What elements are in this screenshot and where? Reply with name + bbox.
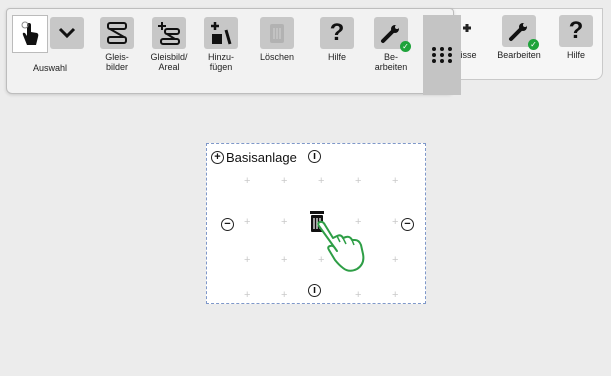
track-diagrams-button[interactable]: Gleis- bilder	[91, 17, 143, 72]
grid-mark: +	[355, 175, 362, 187]
add-circle-icon[interactable]: +	[211, 151, 224, 164]
main-toolbar: Auswahl Gleis- bilder Gleisbild/ Areal H…	[6, 8, 461, 95]
help-label-background: Hilfe	[566, 50, 585, 60]
track-area-label: Gleisbild/ Areal	[150, 52, 188, 72]
question-icon: ?	[559, 15, 593, 47]
add-label: Hinzu- fügen	[207, 52, 234, 72]
track-diagrams-label: Gleis- bilder	[105, 52, 129, 72]
canvas-title: + Basisanlage	[211, 150, 297, 165]
grid-mark: +	[244, 254, 251, 266]
wrench-icon: ✓	[374, 17, 411, 52]
grid-mark: +	[281, 175, 288, 187]
track-diagram-icon	[100, 17, 134, 49]
grid-mark: +	[392, 216, 399, 228]
drag-grip-icon[interactable]	[423, 15, 461, 95]
grid-mark: +	[281, 216, 288, 228]
grid-mark: +	[244, 216, 251, 228]
bearbeiten-label-background: Bearbeiten	[497, 50, 541, 60]
grid-mark: +	[318, 175, 325, 187]
check-badge-icon: ✓	[400, 41, 411, 52]
selection-label: Auswahl	[32, 63, 68, 73]
grid-mark: +	[244, 175, 251, 187]
add-icon	[204, 17, 238, 49]
edit-button[interactable]: ✓ Be- arbeiten	[365, 17, 417, 72]
collapse-right-icon[interactable]: −	[401, 218, 414, 231]
bearbeiten-button-background[interactable]: ✓ Bearbeiten	[494, 15, 544, 60]
grid-mark: +	[392, 175, 399, 187]
expand-top-icon[interactable]: ı	[308, 150, 321, 163]
selection-tool[interactable]: Auswahl	[12, 15, 90, 73]
grid-mark: +	[392, 289, 399, 301]
edit-label: Be- arbeiten	[374, 52, 408, 72]
question-icon: ?	[320, 17, 354, 49]
track-area-icon	[152, 17, 186, 49]
chevron-down-icon[interactable]	[50, 17, 84, 49]
expand-bottom-icon[interactable]: ı	[308, 284, 321, 297]
canvas-title-text: Basisanlage	[226, 150, 297, 165]
trash-icon	[260, 17, 294, 49]
wrench-icon: ✓	[502, 15, 539, 50]
track-area-button[interactable]: Gleisbild/ Areal	[143, 17, 195, 72]
check-badge-icon: ✓	[528, 39, 539, 50]
grid-mark: +	[355, 289, 362, 301]
grid-mark: +	[392, 254, 399, 266]
grid-mark: +	[281, 289, 288, 301]
delete-label: Löschen	[259, 52, 295, 62]
pointer-hand-icon[interactable]	[12, 15, 48, 53]
tap-hand-icon	[315, 220, 371, 281]
add-button[interactable]: Hinzu- fügen	[195, 17, 247, 72]
delete-button[interactable]: Löschen	[251, 17, 303, 62]
grid-mark: +	[244, 289, 251, 301]
grid-mark: +	[281, 254, 288, 266]
help-button[interactable]: ? Hilfe	[311, 17, 363, 62]
layout-canvas[interactable]: + Basisanlage ı ı − − + + + + + + + + + …	[206, 143, 426, 304]
collapse-left-icon[interactable]: −	[221, 218, 234, 231]
help-button-background[interactable]: ? Hilfe	[551, 15, 601, 60]
help-label: Hilfe	[327, 52, 346, 62]
